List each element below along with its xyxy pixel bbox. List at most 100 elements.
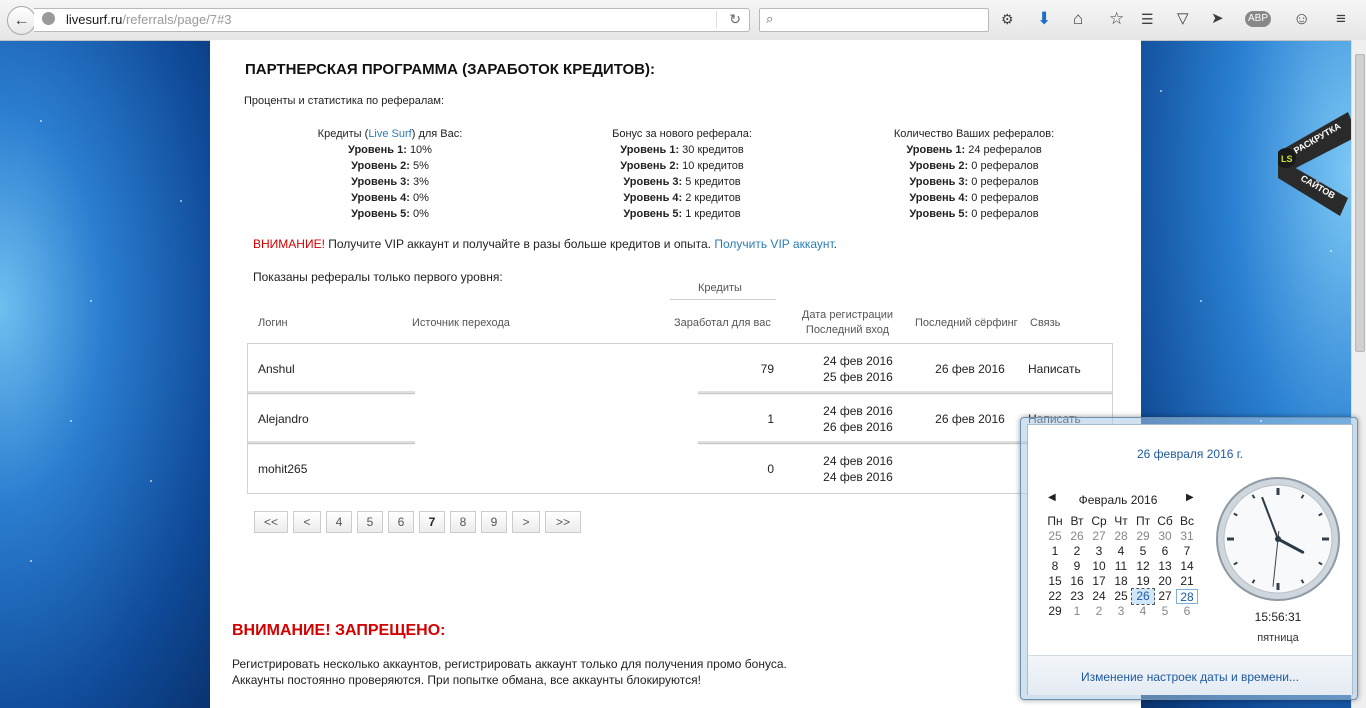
calendar-day[interactable]: 5 xyxy=(1132,544,1154,559)
calendar-day[interactable]: 6 xyxy=(1176,604,1198,619)
calendar-day[interactable]: 16 xyxy=(1066,574,1088,589)
calendar-day[interactable]: 7 xyxy=(1176,544,1198,559)
calendar-day[interactable]: 22 xyxy=(1044,589,1066,604)
calendar-week-row: 15 16 17 18 19 20 21 xyxy=(1044,574,1198,589)
calendar-day[interactable]: 27 xyxy=(1154,589,1176,604)
page-button[interactable]: 4 xyxy=(326,511,352,533)
calendar-day[interactable]: 11 xyxy=(1110,559,1132,574)
calendar-day[interactable]: 12 xyxy=(1132,559,1154,574)
calendar-day[interactable]: 15 xyxy=(1044,574,1066,589)
calendar-day[interactable]: 20 xyxy=(1154,574,1176,589)
credits-level-row: Уровень 4: 0% xyxy=(351,192,429,204)
page-button[interactable]: 8 xyxy=(450,511,476,533)
credits-title: Кредиты (Live Surf) для Вас: xyxy=(317,128,463,140)
change-date-settings-link[interactable]: Изменение настроек даты и времени... xyxy=(1028,670,1352,684)
cell-dates: 24 фев 2016 26 фев 2016 xyxy=(823,404,893,434)
next-month-arrow-icon[interactable]: ▶ xyxy=(1186,492,1194,503)
calendar-day[interactable]: 29 xyxy=(1044,604,1066,619)
cell-earned: 79 xyxy=(760,362,774,376)
page-button[interactable]: 9 xyxy=(481,511,507,533)
bookmark-star-icon[interactable]: ☆ xyxy=(1109,9,1124,29)
star-decoration xyxy=(1180,560,1182,562)
home-icon[interactable]: ⌂ xyxy=(1073,9,1083,29)
download-icon[interactable]: ⬇ xyxy=(1037,9,1051,29)
promo-ribbon-badge[interactable]: LS РАСКРУТКА САЙТОВ xyxy=(1278,108,1358,218)
bonus-level-row: Уровень 5: 1 кредитов xyxy=(623,208,741,220)
prev-month-arrow-icon[interactable]: ◀ xyxy=(1048,492,1056,503)
calendar-day[interactable]: 3 xyxy=(1110,604,1132,619)
calendar-day[interactable]: 3 xyxy=(1088,544,1110,559)
chat-icon[interactable]: ☺ xyxy=(1293,9,1310,29)
calendar-day[interactable]: 31 xyxy=(1176,529,1198,544)
calendar-day[interactable]: 17 xyxy=(1088,574,1110,589)
page-next-button[interactable]: > xyxy=(512,511,540,533)
adblock-icon[interactable]: ABP xyxy=(1245,11,1272,27)
calendar-day[interactable]: 4 xyxy=(1110,544,1132,559)
credits-group-header: Кредиты xyxy=(698,282,742,294)
page-button[interactable]: 5 xyxy=(357,511,383,533)
weekday-header: Пт xyxy=(1135,514,1151,528)
address-bar[interactable]: livesurf.ru/referrals/page/7#3 ↻ xyxy=(34,8,750,32)
page-current[interactable]: 7 xyxy=(419,511,445,533)
calendar-day[interactable]: 13 xyxy=(1154,559,1176,574)
calendar-day[interactable]: 26 xyxy=(1066,529,1088,544)
calendar-day[interactable]: 27 xyxy=(1088,529,1110,544)
live-surf-link[interactable]: Live Surf xyxy=(368,128,411,140)
calendar-day[interactable]: 28 xyxy=(1176,589,1198,604)
calendar-day[interactable]: 25 xyxy=(1110,589,1132,604)
page-first-button[interactable]: << xyxy=(254,511,288,533)
cell-login: mohit265 xyxy=(258,462,308,476)
calendar-day[interactable]: 6 xyxy=(1154,544,1176,559)
header-source: Источник перехода xyxy=(412,317,510,329)
header-earned: Заработал для вас xyxy=(674,317,771,329)
calendar-day[interactable]: 18 xyxy=(1110,574,1132,589)
calendar-day[interactable]: 25 xyxy=(1044,529,1066,544)
calendar-week-row: 8 9 10 11 12 13 14 xyxy=(1044,559,1198,574)
calendar-day[interactable]: 4 xyxy=(1132,604,1154,619)
calendar-day[interactable]: 28 xyxy=(1110,529,1132,544)
calendar-day[interactable]: 1 xyxy=(1066,604,1088,619)
globe-icon xyxy=(42,12,55,25)
credits-level-row: Уровень 1: 10% xyxy=(348,144,432,156)
calendar-day[interactable]: 29 xyxy=(1132,529,1154,544)
bookmarks-list-icon[interactable]: ☰ xyxy=(1141,9,1154,29)
page-button[interactable]: 6 xyxy=(388,511,414,533)
send-icon[interactable]: ➤ xyxy=(1211,9,1224,29)
bonus-title: Бонус за нового реферала: xyxy=(612,128,752,140)
calendar-date-title[interactable]: 26 февраля 2016 г. xyxy=(1028,447,1352,461)
calendar-day[interactable]: 24 xyxy=(1088,589,1110,604)
get-vip-link[interactable]: Получить VIP аккаунт xyxy=(714,237,833,251)
calendar-day[interactable]: 21 xyxy=(1176,574,1198,589)
reload-icon[interactable]: ↻ xyxy=(729,11,741,28)
calendar-day[interactable]: 8 xyxy=(1044,559,1066,574)
calendar-day[interactable]: 19 xyxy=(1132,574,1154,589)
page-prev-button[interactable]: < xyxy=(293,511,321,533)
calendar-day[interactable]: 26 xyxy=(1131,588,1155,605)
table-row: mohit265 0 24 фев 2016 24 фев 2016 xyxy=(248,444,1112,493)
menu-icon[interactable]: ≡ xyxy=(1336,9,1346,29)
referrals-level-row: Уровень 4: 0 рефералов xyxy=(909,192,1039,204)
credits-group-line xyxy=(670,299,776,300)
calendar-day[interactable]: 5 xyxy=(1154,604,1176,619)
calendar-day[interactable]: 2 xyxy=(1066,544,1088,559)
calendar-day[interactable]: 30 xyxy=(1154,529,1176,544)
calendar-day[interactable]: 1 xyxy=(1044,544,1066,559)
calendar-day[interactable]: 10 xyxy=(1088,559,1110,574)
calendar-day[interactable]: 9 xyxy=(1066,559,1088,574)
write-message-link[interactable]: Написать xyxy=(1028,361,1081,377)
credits-level-row: Уровень 5: 0% xyxy=(351,208,429,220)
calendar-day[interactable]: 23 xyxy=(1066,589,1088,604)
star-decoration xyxy=(70,420,72,422)
calendar-day[interactable]: 2 xyxy=(1088,604,1110,619)
back-button[interactable]: ← xyxy=(7,6,36,35)
star-decoration xyxy=(90,300,92,302)
calendar-month[interactable]: Февраль 2016 xyxy=(1068,493,1168,507)
addon-icon[interactable]: ⚙ xyxy=(1001,9,1014,29)
page-last-button[interactable]: >> xyxy=(545,511,581,533)
search-input[interactable]: ⌕ xyxy=(759,8,989,32)
pocket-icon[interactable]: ▽ xyxy=(1177,9,1189,29)
credits-level-row: Уровень 2: 5% xyxy=(351,160,429,172)
referrals-level-row: Уровень 2: 0 рефералов xyxy=(909,160,1039,172)
scrollbar-thumb[interactable] xyxy=(1355,54,1365,352)
referrals-level-row: Уровень 5: 0 рефералов xyxy=(909,208,1039,220)
